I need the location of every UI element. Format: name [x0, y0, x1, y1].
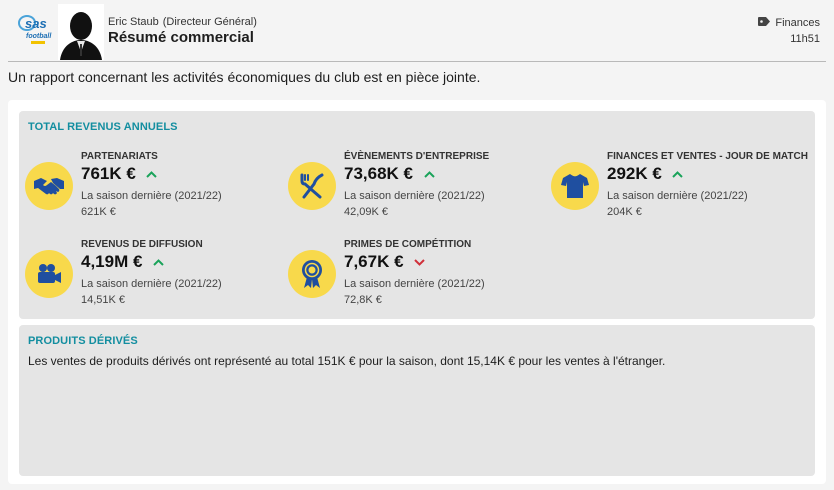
- revenue-item-label: PARTENARIATS: [81, 151, 158, 162]
- revenue-item-amount: 4,19M €: [81, 252, 143, 271]
- revenue-item-corporate-events[interactable]: ÉVÈNEMENTS D'ENTREPRISE 73,68K € La sais…: [288, 151, 528, 231]
- revenue-item-amount: 761K €: [81, 164, 136, 183]
- video-camera-icon: [25, 250, 73, 298]
- message-header: sas football Eric Staub (Directeur Généra…: [0, 0, 834, 62]
- previous-season-label: La saison dernière (2021/22): [607, 190, 748, 202]
- club-logo: sas football: [17, 13, 55, 47]
- revenue-item-broadcasting[interactable]: REVENUS DE DIFFUSION 4,19M € La saison d…: [25, 239, 265, 319]
- merchandise-title: PRODUITS DÉRIVÉS: [28, 335, 138, 347]
- revenue-item-label: FINANCES ET VENTES - JOUR DE MATCH: [607, 151, 808, 162]
- revenue-item-label: ÉVÈNEMENTS D'ENTREPRISE: [344, 151, 490, 162]
- annual-revenue-panel: TOTAL REVENUS ANNUELS PARTENARIATS 761K …: [19, 111, 815, 319]
- sender-name: Eric Staub: [108, 16, 159, 28]
- fork-knife-icon: [288, 162, 336, 210]
- revenue-item-partnerships[interactable]: PARTENARIATS 761K € La saison dernière (…: [25, 151, 265, 231]
- previous-season-value: 204K €: [607, 206, 642, 218]
- message-subject: Résumé commercial: [108, 29, 254, 46]
- tag-icon: [758, 17, 771, 29]
- revenue-item-value: 7,67K €: [344, 252, 426, 272]
- handshake-icon: [25, 162, 73, 210]
- previous-season-value: 72,8K €: [344, 294, 382, 306]
- sender-line: Eric Staub (Directeur Général): [108, 16, 257, 28]
- merchandise-panel: PRODUITS DÉRIVÉS Les ventes de produits …: [19, 325, 815, 476]
- revenue-item-amount: 73,68K €: [344, 164, 413, 183]
- sender-role: (Directeur Général): [162, 16, 257, 28]
- revenue-item-value: 73,68K €: [344, 164, 435, 184]
- trend-up-icon: [423, 169, 435, 179]
- revenue-item-value: 761K €: [81, 164, 158, 184]
- svg-text:sas: sas: [25, 16, 47, 31]
- previous-season-value: 42,09K €: [344, 206, 389, 218]
- report-container: TOTAL REVENUS ANNUELS PARTENARIATS 761K …: [8, 100, 826, 484]
- trend-up-icon: [146, 169, 158, 179]
- previous-season-value: 621K €: [81, 206, 116, 218]
- revenue-item-amount: 7,67K €: [344, 252, 404, 271]
- svg-text:football: football: [26, 33, 52, 40]
- trend-up-icon: [152, 257, 164, 267]
- revenue-item-competition-bonuses[interactable]: PRIMES DE COMPÉTITION 7,67K € La saison …: [288, 239, 528, 319]
- previous-season-label: La saison dernière (2021/22): [81, 190, 222, 202]
- revenue-item-matchday[interactable]: FINANCES ET VENTES - JOUR DE MATCH 292K …: [551, 151, 811, 231]
- annual-revenue-title: TOTAL REVENUS ANNUELS: [28, 121, 178, 133]
- revenue-item-label: PRIMES DE COMPÉTITION: [344, 239, 472, 250]
- trend-down-icon: [414, 257, 426, 267]
- revenue-item-label: REVENUS DE DIFFUSION: [81, 239, 203, 250]
- previous-season-label: La saison dernière (2021/22): [81, 278, 222, 290]
- revenue-item-amount: 292K €: [607, 164, 662, 183]
- previous-season-label: La saison dernière (2021/22): [344, 278, 485, 290]
- message-time: 11h51: [790, 33, 820, 45]
- previous-season-value: 14,51K €: [81, 294, 126, 306]
- previous-season-label: La saison dernière (2021/22): [344, 190, 485, 202]
- merchandise-text: Les ventes de produits dérivés ont repré…: [28, 354, 666, 368]
- revenue-item-value: 292K €: [607, 164, 684, 184]
- message-intro: Un rapport concernant les activités écon…: [8, 69, 481, 85]
- trend-up-icon: [672, 169, 684, 179]
- medal-icon: [288, 250, 336, 298]
- message-category[interactable]: Finances: [758, 17, 820, 29]
- header-divider: [8, 61, 826, 62]
- revenue-item-value: 4,19M €: [81, 252, 164, 272]
- jersey-icon: [551, 162, 599, 210]
- category-label: Finances: [775, 17, 820, 29]
- sender-avatar: [58, 4, 104, 60]
